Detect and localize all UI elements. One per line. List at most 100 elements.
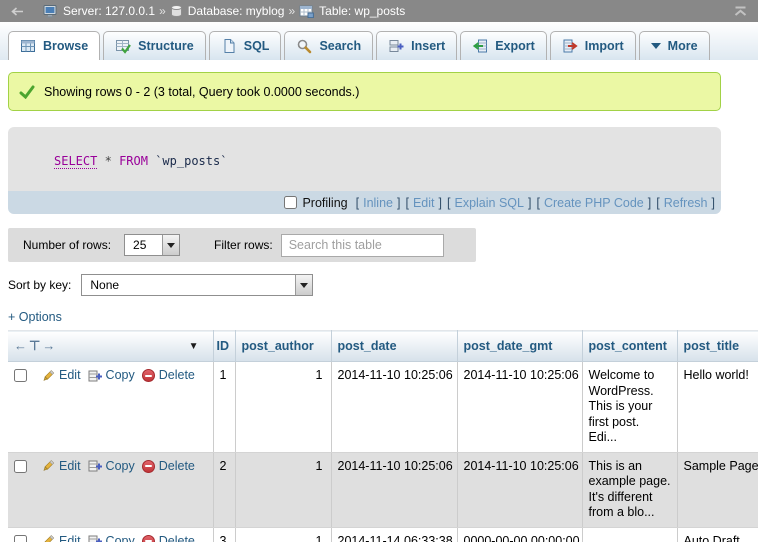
sort-by-key-label: Sort by key: [8, 278, 71, 292]
tab-insert[interactable]: Insert [376, 31, 457, 60]
breadcrumb-bar: Server: 127.0.0.1 » Database: myblog » T… [0, 0, 758, 22]
sort-key-value: None [82, 275, 127, 295]
tab-insert-label: Insert [411, 39, 445, 53]
tab-sql[interactable]: SQL [209, 31, 282, 60]
display-direction-toggle[interactable]: ←⊤→ [14, 338, 57, 354]
profiling-checkbox[interactable] [284, 196, 297, 209]
breadcrumb-separator: » [288, 4, 295, 18]
column-header-post-title[interactable]: post_title [677, 331, 758, 362]
cell-post-date[interactable]: 2014-11-14 06:33:38 [331, 527, 457, 542]
import-icon [562, 38, 578, 54]
tab-import[interactable]: Import [550, 31, 636, 60]
copy-link[interactable]: Copy [88, 534, 135, 542]
cell-post-author[interactable]: 1 [235, 362, 331, 453]
inline-link[interactable]: Inline [363, 196, 393, 210]
table-icon [299, 5, 314, 18]
breadcrumb-server[interactable]: Server: 127.0.0.1 [43, 4, 155, 18]
tab-export[interactable]: Export [460, 31, 547, 60]
bracket: ] [648, 196, 651, 210]
tab-more[interactable]: More [639, 31, 710, 60]
sort-key-select[interactable]: None [81, 274, 313, 296]
pencil-icon [41, 534, 55, 542]
tab-search[interactable]: Search [284, 31, 373, 60]
edit-query-link[interactable]: Edit [413, 196, 435, 210]
rows-filter-bar: Number of rows: 25 Filter rows: [8, 228, 476, 262]
structure-icon [115, 38, 131, 54]
explain-sql-link[interactable]: Explain SQL [454, 196, 523, 210]
success-message: Showing rows 0 - 2 (3 total, Query took … [8, 72, 721, 111]
filter-rows-label: Filter rows: [214, 238, 273, 252]
sql-keyword-from: FROM [119, 154, 148, 168]
tab-search-label: Search [319, 39, 361, 53]
edit-label: Edit [59, 368, 81, 384]
column-header-post-author[interactable]: post_author [235, 331, 331, 362]
cell-post-title[interactable]: Auto Draft [677, 527, 758, 542]
cell-post-content[interactable]: Welcome to WordPress. This is your first… [582, 362, 677, 453]
row-actions-cell: Edit Copy Delete [8, 527, 213, 542]
refresh-link[interactable]: Refresh [664, 196, 708, 210]
options-toggle[interactable]: + Options [8, 310, 62, 324]
table-row: Edit Copy Delete 2 1 2014-11-10 10:25:06… [8, 452, 758, 527]
rows-count-value: 25 [125, 235, 154, 255]
row-checkbox[interactable] [14, 535, 27, 542]
bracket: ] [528, 196, 531, 210]
sql-keyword-select[interactable]: SELECT [54, 154, 97, 169]
breadcrumb-database[interactable]: Database: myblog [170, 4, 285, 18]
rows-count-select[interactable]: 25 [124, 234, 180, 256]
search-icon [296, 38, 312, 54]
cell-post-date-gmt[interactable]: 2014-11-10 10:25:06 [457, 452, 582, 527]
column-header-post-date-gmt[interactable]: post_date_gmt [457, 331, 582, 362]
cell-post-content[interactable] [582, 527, 677, 542]
filter-rows-input[interactable] [281, 234, 444, 257]
cell-post-title[interactable]: Hello world! [677, 362, 758, 453]
chevron-down-icon [162, 235, 179, 255]
edit-label: Edit [59, 459, 81, 475]
cell-post-author[interactable]: 1 [235, 452, 331, 527]
column-header-id[interactable]: ID [213, 331, 235, 362]
edit-link[interactable]: Edit [41, 459, 81, 475]
bracket: [ [656, 196, 659, 210]
breadcrumb-table[interactable]: Table: wp_posts [299, 4, 405, 18]
sort-dropdown-icon[interactable]: ▼ [189, 341, 199, 352]
column-header-post-date[interactable]: post_date [331, 331, 457, 362]
edit-link[interactable]: Edit [41, 368, 81, 384]
row-actions-cell: Edit Copy Delete [8, 362, 213, 453]
delete-link[interactable]: Delete [142, 368, 195, 384]
success-message-text: Showing rows 0 - 2 (3 total, Query took … [44, 85, 359, 99]
row-checkbox[interactable] [14, 460, 27, 473]
pencil-icon [41, 369, 55, 383]
cell-post-date-gmt[interactable]: 0000-00-00 00:00:00 [457, 527, 582, 542]
delete-label: Delete [159, 534, 195, 542]
cell-post-date-gmt[interactable]: 2014-11-10 10:25:06 [457, 362, 582, 453]
delete-link[interactable]: Delete [142, 459, 195, 475]
delete-link[interactable]: Delete [142, 534, 195, 542]
create-php-code-link[interactable]: Create PHP Code [544, 196, 644, 210]
copy-link[interactable]: Copy [88, 368, 135, 384]
tab-export-label: Export [495, 39, 535, 53]
copy-link[interactable]: Copy [88, 459, 135, 475]
cell-post-title[interactable]: Sample Page [677, 452, 758, 527]
cell-post-content[interactable]: This is an example page. It's different … [582, 452, 677, 527]
export-icon [472, 38, 488, 54]
bracket: [ [536, 196, 539, 210]
column-header-post-content[interactable]: post_content [582, 331, 677, 362]
delete-icon [142, 369, 155, 382]
cell-post-date[interactable]: 2014-11-10 10:25:06 [331, 362, 457, 453]
insert-icon [388, 38, 404, 54]
tab-browse[interactable]: Browse [8, 31, 100, 60]
success-check-icon [19, 85, 35, 99]
tab-import-label: Import [585, 39, 624, 53]
cell-id[interactable]: 1 [213, 362, 235, 453]
cell-id[interactable]: 3 [213, 527, 235, 542]
cell-id[interactable]: 2 [213, 452, 235, 527]
tab-browse-label: Browse [43, 39, 88, 53]
edit-link[interactable]: Edit [41, 534, 81, 542]
bracket: ] [397, 196, 400, 210]
row-checkbox[interactable] [14, 369, 27, 382]
cell-post-date[interactable]: 2014-11-10 10:25:06 [331, 452, 457, 527]
cell-post-author[interactable]: 1 [235, 527, 331, 542]
back-arrow-icon[interactable] [10, 6, 25, 17]
sql-query-box: SELECT * FROM `wp_posts` Profiling [Inli… [8, 127, 721, 214]
collapse-panel-icon[interactable] [733, 6, 748, 17]
tab-structure[interactable]: Structure [103, 31, 206, 60]
